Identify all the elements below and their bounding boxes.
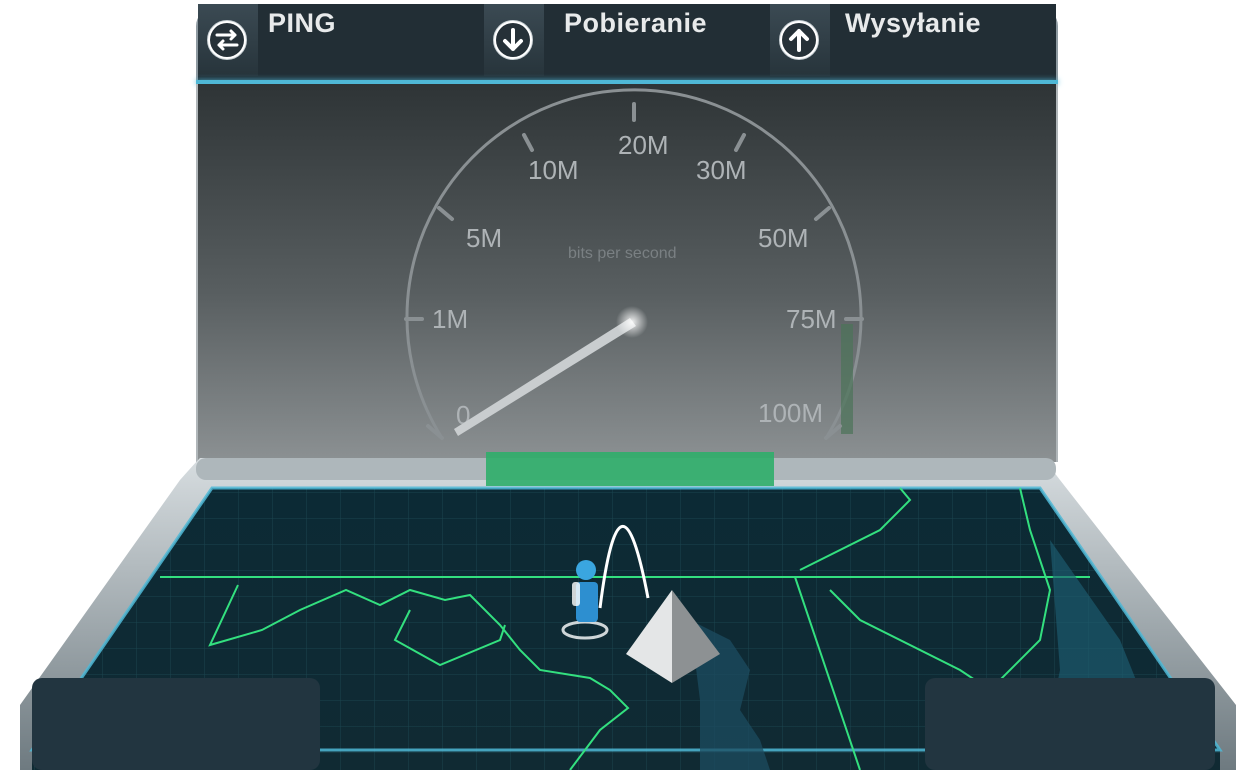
tick-label-1m: 1M xyxy=(432,304,468,334)
gauge-level-bar xyxy=(841,324,853,434)
tick-label-5m: 5M xyxy=(466,223,502,253)
tick-label-100m: 100M xyxy=(758,398,823,428)
progress-strip xyxy=(486,452,774,486)
upload-arrow-icon xyxy=(779,20,819,60)
tick-label-50m: 50M xyxy=(758,223,809,253)
gauge-hub xyxy=(616,306,648,338)
ping-metric: PING xyxy=(198,4,486,76)
upload-label: Wysyłanie xyxy=(845,8,982,38)
server-map xyxy=(20,452,1236,770)
speed-gauge: 0 1M 5M 10M 20M 30M 50M 75M 100M bits pe… xyxy=(404,88,864,440)
gauge-unit-label: bits per second xyxy=(568,245,677,262)
tick-label-20m: 20M xyxy=(618,130,669,160)
upload-metric: Wysyłanie xyxy=(770,4,1056,76)
ping-arrows-icon xyxy=(207,20,247,60)
download-arrow-icon xyxy=(493,20,533,60)
tick-label-10m: 10M xyxy=(528,155,579,185)
tick-label-75m: 75M xyxy=(786,304,837,334)
right-info-box xyxy=(925,678,1215,770)
ping-label: PING xyxy=(268,8,337,38)
gauge-needle xyxy=(454,318,636,436)
left-info-box xyxy=(32,678,320,770)
download-label: Pobieranie xyxy=(564,8,708,38)
tick-label-30m: 30M xyxy=(696,155,747,185)
download-metric: Pobieranie xyxy=(484,4,772,76)
